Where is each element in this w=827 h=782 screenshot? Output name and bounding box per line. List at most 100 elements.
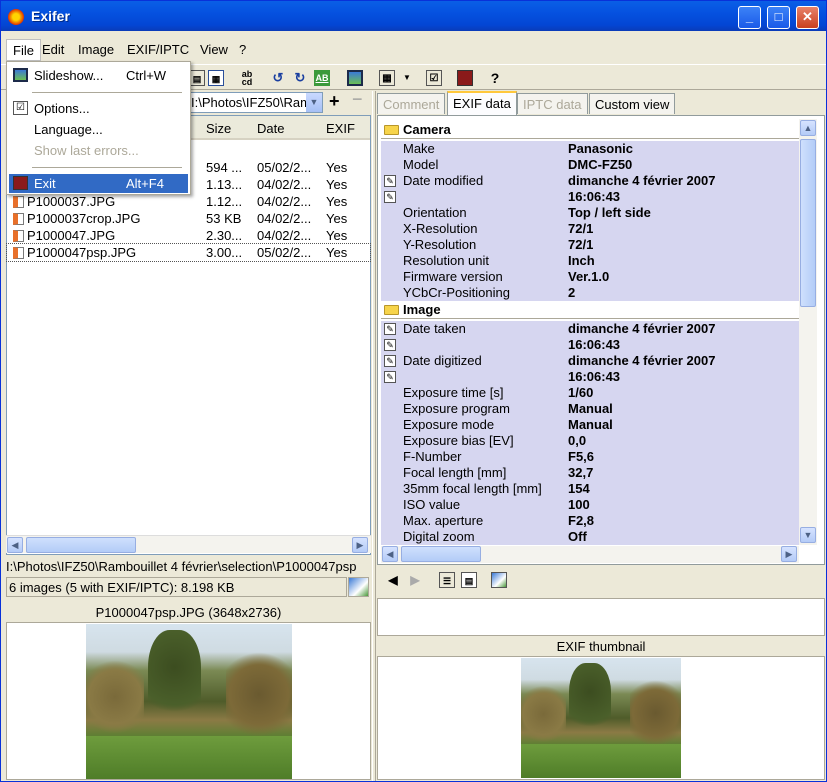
menu-view[interactable]: View: [200, 42, 228, 57]
chevron-down-icon[interactable]: ▼: [306, 93, 322, 112]
tab-exif-data[interactable]: EXIF data: [447, 91, 517, 115]
column-exif[interactable]: EXIF: [326, 121, 355, 136]
scroll-left-icon[interactable]: ◀: [7, 537, 23, 553]
exif-section-header[interactable]: Camera: [381, 121, 799, 139]
edit-icon[interactable]: ✎: [384, 175, 396, 187]
exif-row[interactable]: Focal length [mm] 32,7: [381, 465, 799, 481]
exif-row[interactable]: Max. aperture F2,8: [381, 513, 799, 529]
list-view-icon[interactable]: ☰: [439, 572, 455, 588]
menu-item-language[interactable]: Language...: [9, 120, 188, 139]
rotate-left-icon[interactable]: ↺: [270, 70, 286, 86]
path-combo[interactable]: I:\Photos\IFZ50\Ram ▼: [187, 92, 323, 113]
exif-row[interactable]: ✎ Date taken dimanche 4 février 2007: [381, 321, 799, 337]
add-folder-button[interactable]: +: [329, 91, 340, 112]
exif-tree[interactable]: Camera Make Panasonic Model DMC-FZ50 ✎ Date mo…: [381, 119, 799, 545]
preview-toggle-icon[interactable]: [348, 577, 369, 597]
exif-row[interactable]: Resolution unit Inch: [381, 253, 799, 269]
file-list-hscroll[interactable]: ◀ ▶: [6, 535, 371, 553]
edit-icon[interactable]: ✎: [384, 191, 396, 203]
exif-row[interactable]: X-Resolution 72/1: [381, 221, 799, 237]
close-button[interactable]: ✕: [796, 6, 819, 29]
exif-row[interactable]: Exposure bias [EV] 0,0: [381, 433, 799, 449]
thumbnail-caption: EXIF thumbnail: [556, 639, 646, 654]
exif-row[interactable]: Exposure program Manual: [381, 401, 799, 417]
exif-vscroll[interactable]: ▲ ▼: [799, 119, 817, 545]
scroll-right-icon[interactable]: ▶: [781, 546, 797, 562]
previous-icon[interactable]: ◀: [385, 572, 401, 588]
tab-iptc-data[interactable]: IPTC data: [517, 93, 588, 114]
tab-comment[interactable]: Comment: [377, 93, 446, 114]
exif-section-header[interactable]: Image: [381, 301, 799, 319]
menu-exif-iptc[interactable]: EXIF/IPTC: [127, 42, 189, 57]
menu-image[interactable]: Image: [78, 42, 114, 57]
column-date[interactable]: Date: [257, 121, 284, 136]
view-grid-icon[interactable]: ▦: [379, 70, 395, 86]
edit-icon[interactable]: ✎: [384, 355, 396, 367]
scroll-right-icon[interactable]: ▶: [352, 537, 368, 553]
exif-row[interactable]: Firmware version Ver.1.0: [381, 269, 799, 285]
next-icon[interactable]: ▶: [407, 572, 423, 588]
window-title: Exifer: [31, 8, 70, 24]
exif-row[interactable]: ISO value 100: [381, 497, 799, 513]
exif-row[interactable]: Digital zoom Off: [381, 529, 799, 545]
minimize-button[interactable]: _: [738, 6, 761, 29]
scroll-thumb[interactable]: [26, 537, 136, 553]
menu-edit[interactable]: Edit: [42, 42, 64, 57]
view-dropdown-icon[interactable]: ▼: [399, 70, 415, 86]
exif-row[interactable]: Exposure time [s] 1/60: [381, 385, 799, 401]
thumbnail-icon[interactable]: [491, 572, 507, 588]
file-row[interactable]: P1000047.JPG 2.30... 04/02/2... Yes: [7, 227, 370, 244]
menu-item-options[interactable]: ☑ Options...: [9, 99, 188, 118]
table-icon[interactable]: ▦: [208, 70, 224, 86]
panel-splitter[interactable]: [372, 91, 376, 781]
exif-row[interactable]: ✎ Date digitized dimanche 4 février 2007: [381, 353, 799, 369]
exif-row[interactable]: ✎ 16:06:43: [381, 369, 799, 385]
scroll-up-icon[interactable]: ▲: [800, 120, 816, 136]
scroll-thumb[interactable]: [401, 546, 481, 562]
rotate-right-icon[interactable]: ↻: [292, 70, 308, 86]
exif-row[interactable]: Y-Resolution 72/1: [381, 237, 799, 253]
scroll-down-icon[interactable]: ▼: [800, 527, 816, 543]
exif-row[interactable]: ✎ 16:06:43: [381, 337, 799, 353]
menu-file[interactable]: File: [6, 39, 41, 61]
exif-key: Date modified: [403, 173, 484, 188]
spell-icon[interactable]: AB: [314, 70, 330, 86]
exif-row[interactable]: Orientation Top / left side: [381, 205, 799, 221]
detail-view-icon[interactable]: ▤: [461, 572, 477, 588]
exif-row[interactable]: ✎ 16:06:43: [381, 189, 799, 205]
menu-item-exit[interactable]: Exit Alt+F4: [9, 174, 188, 193]
exif-value: 154: [568, 481, 590, 496]
column-size[interactable]: Size: [206, 121, 231, 136]
file-row[interactable]: P1000037.JPG 1.12... 04/02/2... Yes: [7, 193, 370, 210]
exif-row[interactable]: Make Panasonic: [381, 141, 799, 157]
remove-folder-button[interactable]: −: [352, 89, 363, 110]
exif-row[interactable]: YCbCr-Positioning 2: [381, 285, 799, 301]
options-icon[interactable]: ☑: [426, 70, 442, 86]
exif-row[interactable]: Exposure mode Manual: [381, 417, 799, 433]
file-row[interactable]: P1000047psp.JPG 3.00... 05/02/2... Yes: [6, 243, 371, 262]
slideshow-icon[interactable]: [347, 70, 363, 86]
title-bar[interactable]: Exifer _ □ ✕: [1, 1, 826, 31]
exif-key: Date digitized: [403, 353, 482, 368]
exif-row[interactable]: F-Number F5,6: [381, 449, 799, 465]
edit-icon[interactable]: ✎: [384, 339, 396, 351]
scroll-left-icon[interactable]: ◀: [382, 546, 398, 562]
menu-item-slideshow[interactable]: Slideshow... Ctrl+W: [9, 66, 188, 85]
rename-icon[interactable]: ab cd: [239, 70, 255, 87]
edit-icon[interactable]: ✎: [384, 323, 396, 335]
exit-icon[interactable]: [457, 70, 473, 86]
exif-hscroll[interactable]: ◀ ▶: [381, 546, 799, 563]
exif-row[interactable]: ✎ Date modified dimanche 4 février 2007: [381, 173, 799, 189]
scroll-thumb[interactable]: [800, 139, 816, 307]
exif-row[interactable]: Model DMC-FZ50: [381, 157, 799, 173]
menu-help[interactable]: ?: [239, 42, 246, 57]
comment-box[interactable]: [377, 598, 825, 636]
file-row[interactable]: P1000037crop.JPG 53 KB 04/02/2... Yes: [7, 210, 370, 227]
edit-icon[interactable]: ✎: [384, 371, 396, 383]
tab-custom-view[interactable]: Custom view: [589, 93, 676, 114]
maximize-button[interactable]: □: [767, 6, 790, 29]
print-icon[interactable]: ▤: [189, 70, 205, 86]
help-icon[interactable]: ?: [487, 70, 503, 86]
exif-row[interactable]: 35mm focal length [mm] 154: [381, 481, 799, 497]
menu-item-show-last-errors[interactable]: Show last errors...: [9, 141, 188, 160]
